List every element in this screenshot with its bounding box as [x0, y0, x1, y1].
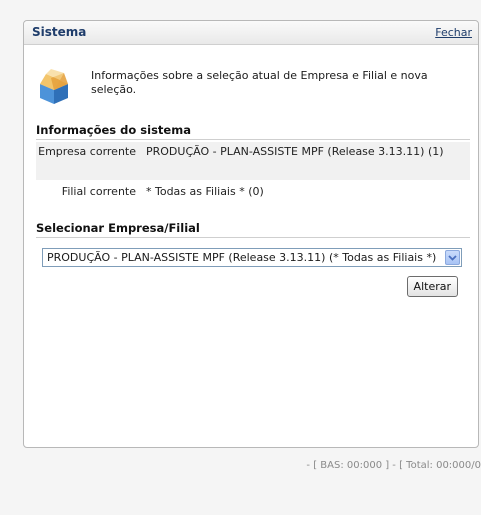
info-row-value: * Todas as Filiais * (0): [146, 185, 264, 198]
intro-text: Informações sobre a seleção atual de Emp…: [91, 69, 428, 96]
section-divider: [36, 237, 470, 238]
select-section-title: Selecionar Empresa/Filial: [36, 221, 200, 235]
footer-status: - [ BAS: 00:000 ] - [ Total: 00:000/0: [306, 460, 481, 471]
info-row-label: Empresa corrente: [38, 145, 136, 158]
close-link[interactable]: Fechar: [435, 26, 472, 39]
company-branch-select[interactable]: PRODUÇÃO - PLAN-ASSISTE MPF (Release 3.1…: [42, 248, 462, 267]
info-row-value: PRODUÇÃO - PLAN-ASSISTE MPF (Release 3.1…: [146, 145, 444, 158]
panel-header: Sistema Fechar: [24, 21, 478, 45]
info-row-company: Empresa corrente PRODUÇÃO - PLAN-ASSISTE…: [36, 142, 470, 180]
system-panel: Sistema Fechar Informações sobre a seleç…: [23, 20, 479, 448]
select-value: PRODUÇÃO - PLAN-ASSISTE MPF (Release 3.1…: [47, 251, 437, 264]
section-divider: [36, 139, 470, 140]
system-info-table: Empresa corrente PRODUÇÃO - PLAN-ASSISTE…: [36, 142, 470, 202]
dropdown-arrow-icon[interactable]: [445, 250, 460, 265]
system-info-title: Informações do sistema: [36, 123, 191, 137]
panel-title: Sistema: [32, 25, 87, 39]
alter-button[interactable]: Alterar: [406, 276, 458, 297]
info-row-label: Filial corrente: [61, 185, 136, 198]
info-row-branch: Filial corrente * Todas as Filiais * (0): [36, 182, 470, 202]
open-box-icon: [40, 69, 68, 104]
